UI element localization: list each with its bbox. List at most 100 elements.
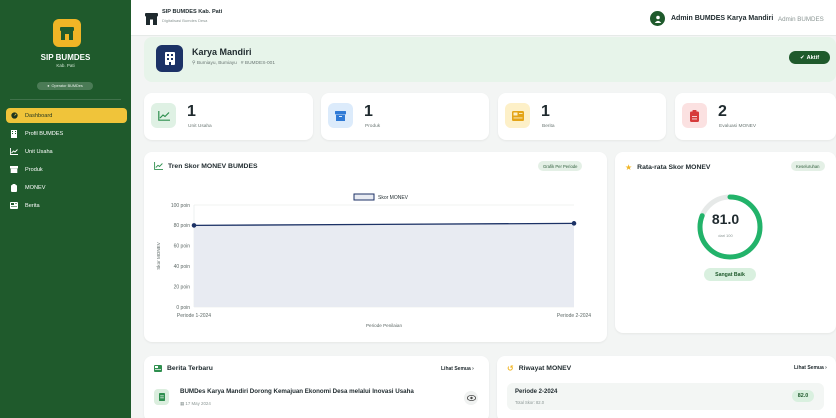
sidebar-item-label: Unit Usaha xyxy=(25,148,53,155)
series-area xyxy=(194,223,574,307)
sidebar-item-dashboard[interactable]: Dashboard xyxy=(6,108,127,123)
chart-line-icon xyxy=(151,103,176,128)
user-role: Admin BUMDES xyxy=(778,15,824,23)
clipboard-icon xyxy=(682,103,707,128)
org-name: Karya Mandiri xyxy=(192,47,252,57)
history-title-text: Riwayat MONEV xyxy=(518,365,572,372)
org-location: ⚲ Bumiayu, Bumiayu # BUMDES-001 xyxy=(192,61,275,66)
history-title: ↺ Riwayat MONEV xyxy=(507,364,571,373)
status-label: Aktif xyxy=(806,54,820,61)
news-title: Berita Terbaru xyxy=(154,365,213,372)
role-badge-label: Operator BUMDes xyxy=(51,84,83,88)
stat-label: Produk xyxy=(365,124,381,129)
stat-label: Unit Usaha xyxy=(188,124,212,129)
y-axis-label: Skor MONEV xyxy=(156,241,161,270)
trend-chart-panel: Tren Skor MONEV BUMDES Grafik Per Period… xyxy=(144,152,607,342)
newspaper-icon xyxy=(154,365,162,372)
stat-card-unit-usaha[interactable]: 1 Unit Usaha xyxy=(144,93,313,140)
org-code: BUMDES-001 xyxy=(244,61,275,66)
average-score-panel: ★ Rata-rata Skor MONEV Keseluruhan 81.0 … xyxy=(615,152,836,333)
stat-card-produk[interactable]: 1 Produk xyxy=(321,93,489,140)
clipboard-icon xyxy=(10,183,18,192)
legend-swatch xyxy=(353,193,375,201)
stat-value: 1 xyxy=(187,103,196,120)
id-icon: # xyxy=(240,61,244,66)
y-tick-label: 20 poin xyxy=(174,284,191,290)
history-see-all-label: Lihat Semua xyxy=(794,365,824,371)
sidebar-item-monev[interactable]: MONEV xyxy=(6,180,127,195)
sidebar-item-berita[interactable]: Berita xyxy=(6,198,127,213)
news-see-all-link[interactable]: Lihat Semua › xyxy=(441,366,474,372)
avatar[interactable] xyxy=(650,11,665,26)
sidebar-divider xyxy=(10,99,121,100)
stat-value: 1 xyxy=(364,103,373,120)
stat-card-monev[interactable]: 2 Evaluasi MONEV xyxy=(675,93,836,140)
history-see-all-link[interactable]: Lihat Semua › xyxy=(794,365,827,371)
org-header: Karya Mandiri ⚲ Bumiayu, Bumiayu # BUMDE… xyxy=(144,37,836,82)
gauge-max: dari 100 xyxy=(718,233,733,238)
box-icon xyxy=(328,103,353,128)
gauge-title-text: Rata-rata Skor MONEV xyxy=(637,164,711,171)
news-item-title[interactable]: BUMDes Karya Mandiri Dorong Kemajuan Eko… xyxy=(180,388,414,395)
news-see-all-label: Lihat Semua xyxy=(441,366,471,372)
gauge-chip[interactable]: Keseluruhan xyxy=(791,161,825,171)
document-icon xyxy=(154,389,169,405)
y-tick-label: 0 poin xyxy=(176,305,190,311)
y-tick-label: 60 poin xyxy=(174,244,191,250)
sidebar-item-label: Profil BUMDES xyxy=(25,130,64,137)
newspaper-icon xyxy=(505,103,530,128)
sidebar-brand: SIP BUMDES xyxy=(40,53,91,62)
sidebar-item-label: Berita xyxy=(25,202,40,209)
star-icon: ★ xyxy=(625,163,633,172)
history-row[interactable]: Periode 2-2024 Total Skor: 82.0 82.0 xyxy=(507,383,824,410)
history-score-badge: 82.0 xyxy=(792,390,814,402)
news-item-date-text: 17 May 2024 xyxy=(185,401,211,406)
rating-badge: Sangat Baik xyxy=(704,268,756,281)
sidebar-item-produk[interactable]: Produk xyxy=(6,162,127,177)
history-icon: ↺ xyxy=(507,364,514,373)
sidebar-item-unit-usaha[interactable]: Unit Usaha xyxy=(6,144,127,159)
monev-history-panel: ↺ Riwayat MONEV Lihat Semua › Periode 2-… xyxy=(497,356,836,418)
sidebar-item-label: Dashboard xyxy=(25,112,53,119)
sidebar: SIP BUMDES Kab. Pati ● Operator BUMDes D… xyxy=(0,0,131,418)
user-name[interactable]: Admin BUMDES Karya Mandiri xyxy=(671,15,773,22)
stat-card-berita[interactable]: 1 Berita xyxy=(498,93,666,140)
gauge-title: ★ Rata-rata Skor MONEV xyxy=(625,163,710,172)
dashboard-icon xyxy=(10,112,18,120)
status-badge: ✔ Aktif xyxy=(789,51,830,64)
stat-label: Berita xyxy=(542,124,555,129)
x-tick-label: Periode 2-2024 xyxy=(557,313,591,319)
sidebar-item-profil[interactable]: Profil BUMDES xyxy=(6,126,127,141)
trend-chart: 0 poin 20 poin 40 poin 60 poin 80 poin 100 po… xyxy=(156,193,591,328)
news-item-date: ▦ 17 May 2024 xyxy=(180,401,211,407)
store-logo-icon xyxy=(53,19,81,47)
top-bar: SIP BUMDES Kab. Pati Digitalisasi Bumdes… xyxy=(131,0,836,36)
view-news-button[interactable] xyxy=(464,391,478,405)
building-icon xyxy=(10,129,18,138)
data-point[interactable] xyxy=(571,221,577,226)
calendar-icon: ▦ xyxy=(180,401,185,406)
app-subtitle: Digitalisasi Bumdes Desa xyxy=(162,18,208,23)
org-location-text: Bumiayu, Bumiayu xyxy=(196,61,237,66)
building-icon xyxy=(156,45,183,72)
data-point[interactable] xyxy=(191,223,197,228)
app-title: SIP BUMDES Kab. Pati xyxy=(162,9,223,15)
y-tick-label: 100 poin xyxy=(171,203,190,209)
chart-line-icon xyxy=(10,148,18,156)
user-icon xyxy=(654,15,661,23)
stat-value: 1 xyxy=(541,103,550,120)
legend-label: Skor MONEV xyxy=(378,195,409,201)
news-title-text: Berita Terbaru xyxy=(167,365,213,372)
gauge-value: 81.0 xyxy=(711,211,740,227)
eye-icon xyxy=(466,395,476,401)
history-total: Total Skor: 82.0 xyxy=(515,400,545,405)
sidebar-item-label: MONEV xyxy=(25,184,46,191)
sidebar-item-label: Produk xyxy=(25,166,43,173)
box-icon xyxy=(10,166,18,174)
history-period: Periode 2-2024 xyxy=(515,389,558,395)
newspaper-icon xyxy=(10,202,18,210)
user-icon: ● xyxy=(47,84,50,88)
x-tick-label: Periode 1-2024 xyxy=(177,313,211,319)
store-icon xyxy=(145,12,158,25)
x-axis-label: Periode Penilaian xyxy=(366,323,402,328)
